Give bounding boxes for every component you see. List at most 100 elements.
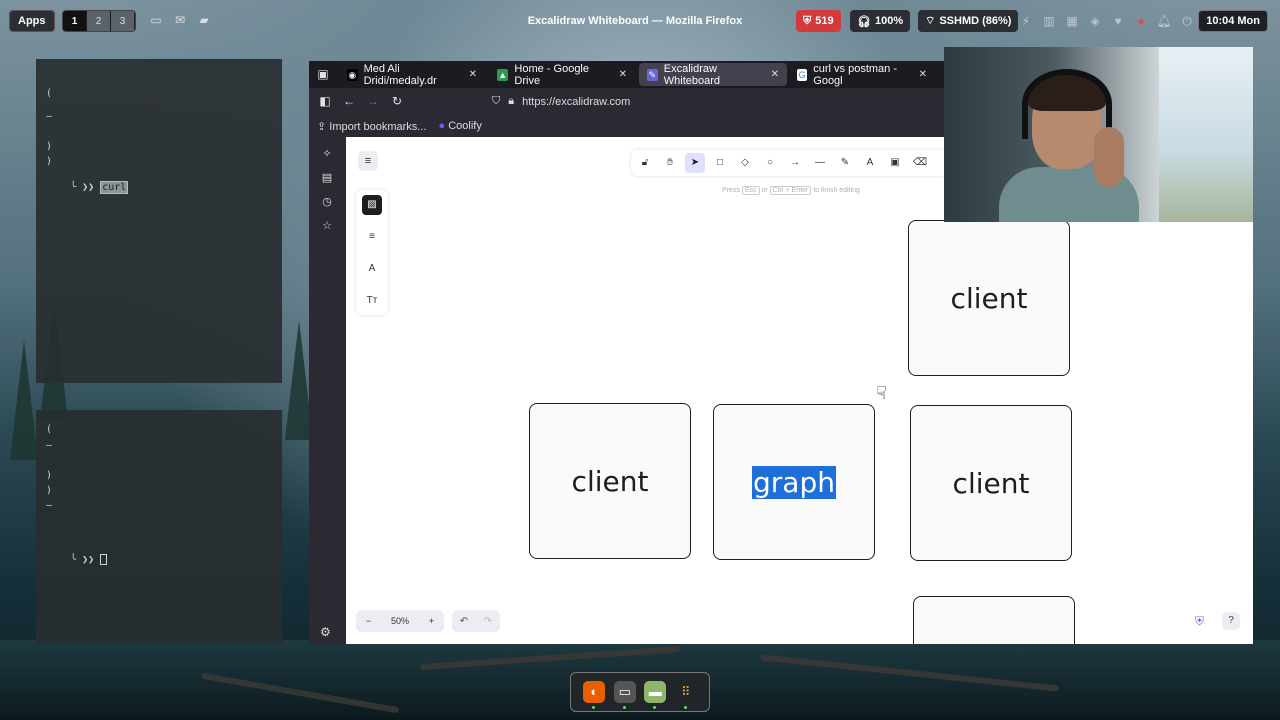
tab-github[interactable]: ◉ Med Ali Dridi/medaly.dr ✕: [339, 62, 485, 87]
font-size-icon[interactable]: Tт: [362, 291, 382, 311]
app-grid-icon[interactable]: ⠿: [675, 681, 697, 709]
lock-icon[interactable]: 🔒︎: [508, 95, 514, 108]
tracking-shield-icon[interactable]: ⛉: [492, 95, 500, 108]
tab-label: Med Ali Dridi/medaly.dr: [363, 62, 437, 87]
webcam-person-hand: [1094, 127, 1124, 187]
volume-level: 100%: [874, 15, 904, 27]
workspace-2[interactable]: 2: [87, 11, 111, 31]
window-icon[interactable]: ▭: [149, 13, 163, 27]
close-icon[interactable]: ✕: [919, 69, 927, 80]
wifi-name: SSHMD (86%): [939, 15, 1012, 27]
reload-icon[interactable]: ↻: [389, 93, 405, 109]
encryption-shield-icon[interactable]: ⛨: [1195, 614, 1204, 629]
layers-icon[interactable]: ◈: [1087, 13, 1103, 29]
close-icon[interactable]: ✕: [771, 69, 779, 80]
bookmarks-icon[interactable]: ☆: [320, 219, 334, 233]
close-icon[interactable]: ✕: [469, 69, 477, 80]
tab-overview-icon[interactable]: ▣: [315, 66, 331, 82]
app-tray-icon[interactable]: ●: [1133, 13, 1149, 29]
help-button[interactable]: ?: [1222, 612, 1240, 630]
zoom-level[interactable]: 50%: [391, 616, 409, 626]
history-icon[interactable]: ◷: [320, 195, 334, 209]
apps-button[interactable]: Apps: [9, 10, 55, 32]
hint-text: Press: [722, 187, 740, 194]
back-icon[interactable]: ←: [341, 93, 357, 109]
ai-chat-icon[interactable]: ✧: [320, 147, 334, 161]
clock[interactable]: 10:04 Mon: [1198, 10, 1268, 32]
stroke-style-hatch-icon[interactable]: ▨: [362, 195, 382, 215]
hamburger-menu-button[interactable]: ≡: [358, 151, 378, 171]
tab-label: Excalidraw Whiteboard: [663, 62, 721, 87]
gear-icon[interactable]: ⚙: [320, 625, 331, 639]
firefox-icon[interactable]: ◐: [583, 681, 606, 709]
zoom-in-button[interactable]: +: [429, 616, 434, 626]
mail-icon[interactable]: ✉: [173, 13, 187, 27]
line-tool-icon[interactable]: —: [810, 153, 830, 173]
grid-icon[interactable]: ▦: [1064, 13, 1080, 29]
bookmark-import[interactable]: ⇪ Import bookmarks...: [317, 120, 426, 133]
box-client-right[interactable]: client: [910, 405, 1072, 561]
terminal-prompt: ╰ ❯❯: [70, 554, 95, 566]
box-client-left[interactable]: client: [529, 403, 691, 559]
google-drive-icon: ▲: [497, 68, 509, 81]
tab-google-drive[interactable]: ▲ Home - Google Drive ✕: [489, 63, 635, 87]
webcam-headset: [1022, 69, 1112, 139]
eraser-tool-icon[interactable]: ⌫: [910, 153, 930, 173]
bolt-icon[interactable]: ⚡︎: [1018, 13, 1034, 29]
box-label-editing[interactable]: graph: [752, 465, 836, 499]
selection-tool-icon[interactable]: ➤: [685, 153, 705, 173]
wallpaper-tree: [10, 340, 38, 460]
chart-icon[interactable]: ▥: [1041, 13, 1057, 29]
system-tray: ⚡︎ ▥ ▦ ◈ ♥ ● 🔔︎ ⏻ ●: [1018, 11, 1218, 31]
terminal-window-bottom[interactable]: ( — ) ) — ╰ ❯❯: [36, 410, 282, 644]
hand-tool-icon[interactable]: ✋︎: [660, 153, 680, 173]
workspace-switcher: 1 2 3: [62, 10, 136, 32]
pencil-tool-icon[interactable]: ✎: [835, 153, 855, 173]
synced-tabs-icon[interactable]: ▤: [320, 171, 334, 185]
files-app-icon[interactable]: ▬: [644, 681, 667, 709]
box-client-top-right[interactable]: client: [908, 220, 1070, 376]
url-text[interactable]: https://excalidraw.com: [522, 96, 630, 108]
undo-icon[interactable]: ↶: [460, 616, 468, 627]
terminal-window-top[interactable]: ( — ) ) ╰ ❯❯ curl: [36, 59, 282, 383]
terminal-line: ): [46, 141, 53, 152]
wifi-indicator[interactable]: ⌔ SSHMD (86%): [918, 10, 1019, 32]
ellipse-tool-icon[interactable]: ○: [760, 153, 780, 173]
volume-indicator[interactable]: 🎧︎ 100%: [850, 10, 911, 32]
text-tool-icon[interactable]: A: [860, 153, 880, 173]
top-panel: Apps 1 2 3 ▭ ✉ ▰ Excalidraw Whiteboard —…: [0, 8, 1280, 34]
zoom-out-button[interactable]: −: [366, 616, 371, 626]
notification-badge[interactable]: ⛨ 519: [796, 10, 841, 32]
image-tool-icon[interactable]: ▣: [885, 153, 905, 173]
font-family-icon[interactable]: A: [362, 259, 382, 279]
lock-tool-icon[interactable]: 🔓︎: [635, 153, 655, 173]
webcam-window-light: [1159, 47, 1253, 222]
workspace-1[interactable]: 1: [63, 11, 87, 31]
adjust-icon[interactable]: ≡: [362, 227, 382, 247]
rectangle-tool-icon[interactable]: □: [710, 153, 730, 173]
tab-google-search[interactable]: G curl vs postman - Googl ✕: [789, 62, 935, 87]
box-partial-bottom[interactable]: [913, 596, 1075, 644]
tab-excalidraw[interactable]: ✎ Excalidraw Whiteboard ✕: [639, 62, 787, 87]
sidebar-toggle-icon[interactable]: ◧: [317, 93, 333, 109]
box-graph-center[interactable]: graph: [713, 404, 875, 560]
diamond-tool-icon[interactable]: ◇: [735, 153, 755, 173]
bell-icon[interactable]: 🔔︎: [1156, 13, 1172, 29]
headphones-icon: 🎧︎: [857, 15, 871, 28]
workspace-3[interactable]: 3: [111, 11, 135, 31]
forward-icon[interactable]: →: [365, 93, 381, 109]
power-icon[interactable]: ⏻: [1179, 13, 1195, 29]
close-icon[interactable]: ✕: [619, 69, 627, 80]
terminal-line: (: [46, 424, 53, 435]
arrow-tool-icon[interactable]: →: [785, 153, 805, 173]
terminal-command: curl: [100, 181, 129, 194]
terminal-line: —: [46, 440, 53, 451]
redo-icon[interactable]: ↷: [484, 616, 492, 627]
terminal-app-icon[interactable]: ▭: [613, 681, 636, 709]
bookmark-coolify[interactable]: ● Coolify: [438, 120, 481, 132]
excalidraw-icon: ✎: [647, 68, 658, 81]
coolify-icon: ●: [438, 120, 446, 132]
folder-icon[interactable]: ▰: [197, 13, 211, 27]
tab-label: curl vs postman - Googl: [813, 62, 898, 87]
heart-icon[interactable]: ♥: [1110, 13, 1126, 29]
